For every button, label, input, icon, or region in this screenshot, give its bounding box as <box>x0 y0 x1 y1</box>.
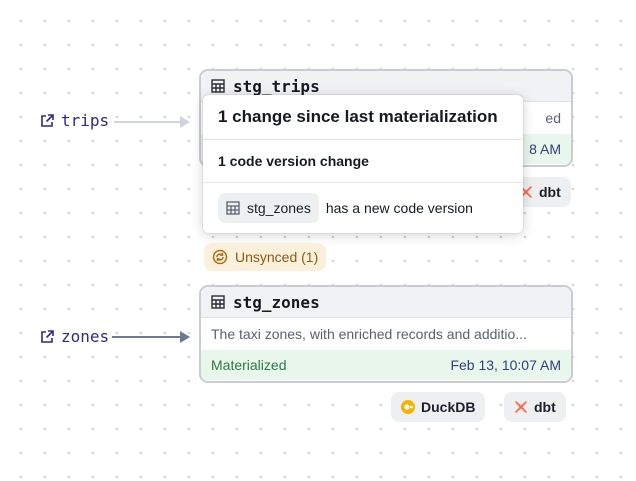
node-title: stg_zones <box>233 292 320 312</box>
materialized-time: Feb 13, 10:07 AM <box>450 357 561 373</box>
tag-label: dbt <box>534 399 556 415</box>
asset-link-label: trips <box>61 111 110 130</box>
change-description: has a new code version <box>325 200 473 216</box>
tag-label: dbt <box>539 184 561 200</box>
dbt-icon <box>515 401 527 413</box>
asset-chip-label: stg_zones <box>247 200 311 216</box>
unsynced-label: Unsynced (1) <box>235 249 319 265</box>
table-icon <box>211 295 225 309</box>
tag-label: DuckDB <box>421 399 476 415</box>
asset-link-zones[interactable]: zones <box>36 327 113 346</box>
tag-duckdb[interactable]: DuckDB <box>391 392 486 422</box>
asset-link-label: zones <box>61 327 110 346</box>
asset-link-trips[interactable]: trips <box>36 111 113 130</box>
unsynced-badge[interactable]: Unsynced (1) <box>204 243 327 271</box>
materialized-time: 8 AM <box>529 141 561 157</box>
change-item: stg_zones has a new code version <box>203 183 523 233</box>
external-link-icon <box>41 329 54 343</box>
tag-dbt[interactable]: dbt <box>504 392 566 422</box>
materialization-status: Materialized <box>211 357 287 373</box>
table-icon <box>211 79 225 93</box>
sync-icon <box>212 249 228 265</box>
external-link-icon <box>41 113 54 127</box>
changes-popover: 1 change since last materialization 1 co… <box>203 95 523 233</box>
popover-title: 1 change since last materialization <box>203 95 523 140</box>
edge-zones <box>112 331 190 343</box>
popover-subtitle: 1 code version change <box>203 140 523 183</box>
node-title: stg_trips <box>233 76 320 96</box>
duckdb-icon <box>401 400 415 414</box>
asset-node-stg-zones[interactable]: stg_zones The taxi zones, with enriched … <box>199 285 573 383</box>
asset-chip[interactable]: stg_zones <box>218 193 319 223</box>
node-description: ed <box>545 110 561 126</box>
node-description: The taxi zones, with enriched records an… <box>211 326 527 342</box>
edge-trips <box>114 116 190 128</box>
table-icon <box>226 201 240 215</box>
